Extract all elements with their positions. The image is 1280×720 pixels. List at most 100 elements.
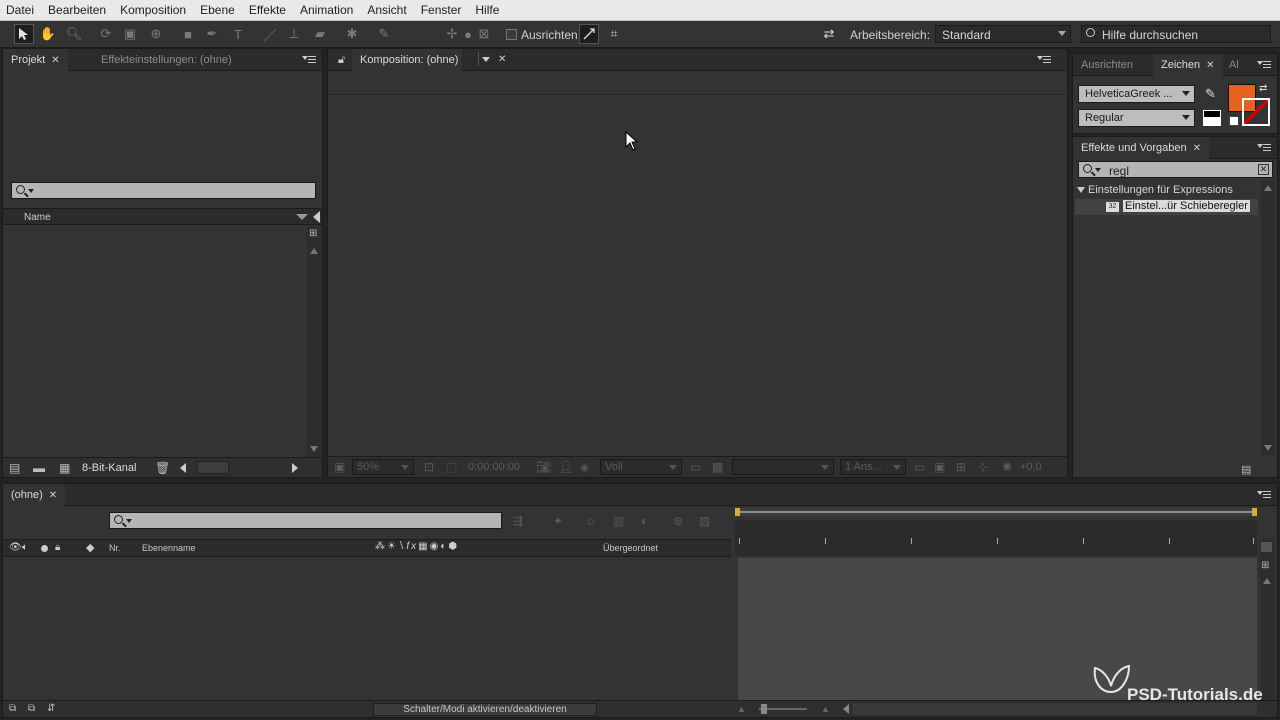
interpret-footage-icon[interactable]: ▤ [9,461,20,475]
zoom-in-icon[interactable]: ▲ [821,704,830,714]
layer-switches-icon[interactable]: ⧉ [9,703,16,714]
align-checkbox[interactable] [506,29,517,40]
snap-features-icon[interactable]: ⌗ [604,24,624,44]
trash-icon[interactable]: 🗑︎ [155,461,170,475]
scroll-down-icon[interactable] [1264,445,1272,451]
menu-effekte[interactable]: Effekte [249,3,286,17]
swap-colors-icon[interactable]: ⇄ [1259,83,1267,94]
timeline-horizontal-scroll[interactable] [853,703,1257,715]
menu-animation[interactable]: Animation [300,3,353,17]
tab-al[interactable]: Al [1221,54,1247,76]
tab-ausrichten[interactable]: Ausrichten [1073,54,1141,76]
pan-behind-tool-icon[interactable]: ⊕ [146,24,166,44]
exposure-value[interactable]: +0,0 [1020,461,1042,473]
in-out-icon[interactable]: ⇵ [47,703,55,714]
brush-tool-icon[interactable]: ／ [260,24,280,44]
tab-timeline-ohne[interactable]: (ohne) ✕ [3,484,66,506]
effects-search-input[interactable]: regl ✕ [1078,161,1273,178]
transfer-controls-icon[interactable]: ⧉ [28,703,35,714]
zoom-tool-icon[interactable]: 🔍︎ [64,24,84,44]
time-ruler[interactable] [735,520,1257,556]
work-area-bar[interactable] [735,508,1257,516]
comp-dropdown[interactable] [478,52,492,66]
close-icon[interactable]: ✕ [51,55,59,66]
tab-komposition[interactable]: Komposition: (ohne) [352,49,463,71]
menu-ebene[interactable]: Ebene [200,3,235,17]
project-search-input[interactable] [11,182,316,199]
menu-ansicht[interactable]: Ansicht [367,3,406,17]
toggle-switches-modes-button[interactable]: Schalter/Modi aktivieren/deaktivieren [373,703,597,716]
scroll-up-icon[interactable] [1264,185,1272,191]
timeline-track-area[interactable] [738,558,1257,701]
eraser-tool-icon[interactable]: ▰ [310,24,330,44]
scroll-down-icon[interactable] [310,446,318,452]
timeline-search-input[interactable] [109,512,502,529]
tab-projekt[interactable]: Projekt ✕ [3,49,68,71]
camera-tool-icon[interactable]: ▣ [120,24,140,44]
flowchart-icon[interactable]: ⊞ [309,228,317,239]
menu-komposition[interactable]: Komposition [120,3,186,17]
graph-editor-icon[interactable]: ▨ [699,514,710,528]
snap-icon[interactable] [579,24,599,44]
axis-mode-view-icon[interactable]: ⊠ [474,24,494,44]
close-icon[interactable]: ✕ [49,490,57,501]
puppet-pin-tool-icon[interactable]: ✎ [374,24,394,44]
scroll-right-icon[interactable] [292,463,298,473]
hand-tool-icon[interactable]: ✋ [38,24,58,44]
audio-icon[interactable]: 🔈︎ [22,542,28,553]
new-preset-icon[interactable]: ▤ [1241,463,1251,476]
eye-icon[interactable]: 👁︎ [9,542,22,553]
project-scrollbar[interactable]: ⊞ [307,226,321,457]
motion-blur-icon[interactable]: ◐ [641,514,648,528]
transparency-grid-icon[interactable]: ▩ [712,460,723,474]
pixel-aspect-icon[interactable]: ▭ [914,460,925,474]
new-composition-icon[interactable]: ▦ [59,461,70,475]
tab-effekteinstellungen[interactable]: Effekteinstellungen: (ohne) [93,49,240,71]
effects-scrollbar[interactable] [1261,181,1275,455]
scroll-left-icon[interactable] [180,463,186,473]
column-nr[interactable]: Nr. [109,543,121,553]
new-folder-icon[interactable]: ▬ [33,461,45,475]
tab-effekte-und-vorgaben[interactable]: Effekte und Vorgaben ✕ [1073,137,1209,159]
hide-shy-layers-icon[interactable]: ⌂ [587,514,594,528]
panel-menu-icon[interactable] [1037,56,1051,65]
column-parent[interactable]: Übergeordnet [603,543,658,553]
resolution-dropdown[interactable]: Voll [600,459,682,475]
zoom-out-icon[interactable]: ▲ [737,704,746,714]
scroll-up-icon[interactable] [310,248,318,254]
composition-viewer[interactable] [328,96,1067,454]
camera-view-dropdown[interactable] [732,459,834,475]
rectangle-tool-icon[interactable]: ■ [178,24,198,44]
brainstorm-icon[interactable]: ⊛ [673,514,683,528]
panel-menu-icon[interactable] [1257,61,1271,70]
panel-menu-icon[interactable] [302,56,316,65]
menu-hilfe[interactable]: Hilfe [475,3,499,17]
panel-menu-icon[interactable] [1257,491,1271,500]
black-swatch[interactable] [1203,110,1221,118]
pen-tool-icon[interactable]: ✒ [202,24,222,44]
selection-tool-icon[interactable] [14,24,34,44]
close-icon[interactable]: ✕ [1206,60,1214,71]
panel-menu-icon[interactable] [1257,144,1271,153]
menu-fenster[interactable]: Fenster [421,3,462,17]
comp-flowchart-icon[interactable]: ⊞ [1261,560,1269,571]
tab-zeichen[interactable]: Zeichen ✕ [1153,54,1223,76]
effects-item-row[interactable]: 32 Einstel...ür Schieberegler [1075,199,1258,215]
menu-datei[interactable]: Datei [6,3,34,17]
workspace-dropdown[interactable]: Standard [935,25,1071,43]
workspace-switch-icon[interactable]: ⇄ [818,24,840,44]
zoom-dropdown[interactable]: 50% [352,459,414,475]
font-style-dropdown[interactable]: Regular [1078,109,1195,127]
stroke-color-swatch[interactable] [1242,98,1270,126]
snapshot-icon[interactable]: 📷︎ [536,460,551,474]
zoom-slider-handle[interactable] [761,704,767,714]
flowchart-icon[interactable]: ⊹ [978,460,988,474]
column-options-icon[interactable] [313,211,320,223]
comp-button-icon[interactable] [1261,542,1272,552]
layer-list-area[interactable] [3,558,731,700]
region-of-interest-icon[interactable]: ▭ [690,460,701,474]
work-area-end-marker[interactable] [1252,508,1257,516]
solo-icon[interactable] [41,545,48,552]
column-name[interactable]: Name [24,212,51,223]
always-preview-icon[interactable]: ▣ [334,460,345,474]
